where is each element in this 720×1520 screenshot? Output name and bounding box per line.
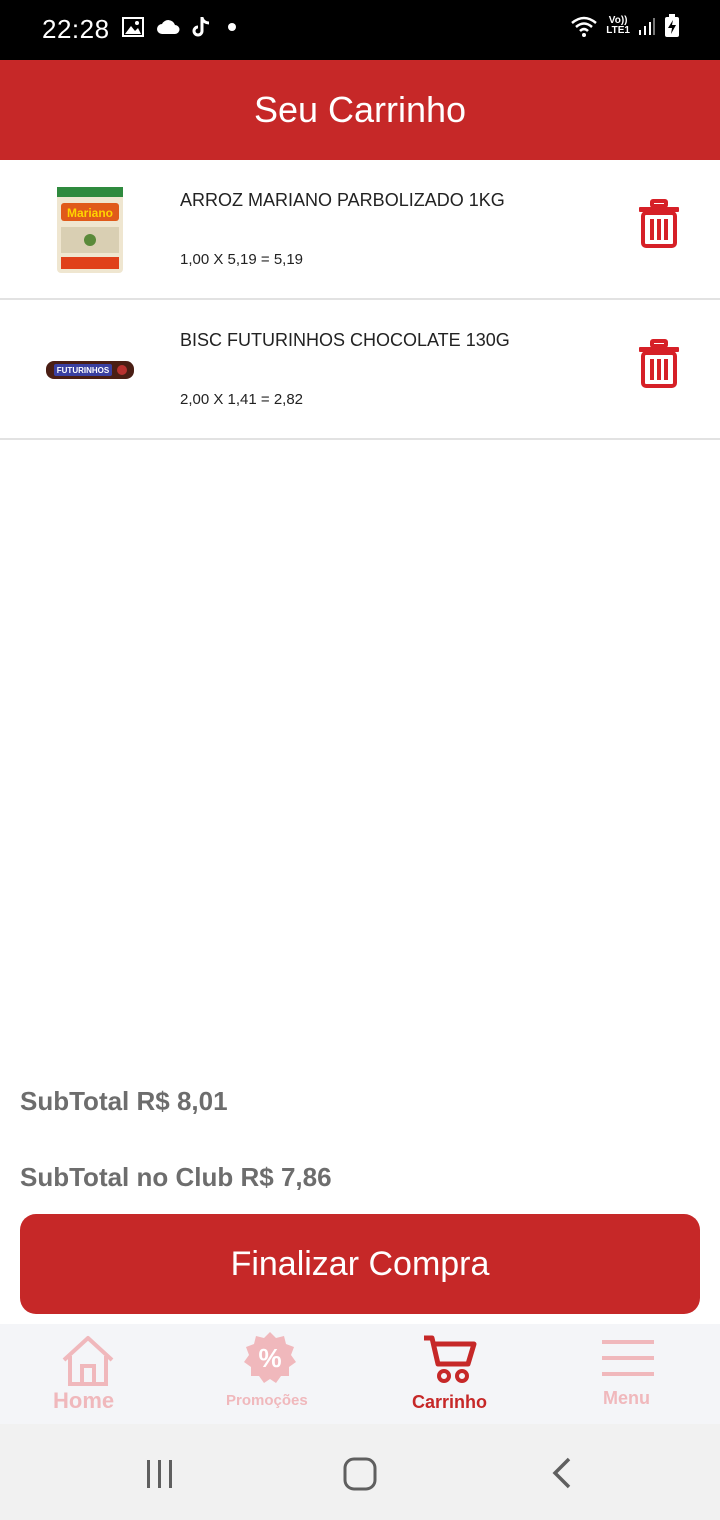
product-name: ARROZ MARIANO PARBOLIZADO 1KG xyxy=(180,190,505,210)
subtotal: SubTotal R$ 8,01 xyxy=(20,1086,228,1116)
trash-icon xyxy=(639,199,679,248)
nav-label-home: Home xyxy=(53,1388,115,1413)
product-name: BISC FUTURINHOS CHOCOLATE 130G xyxy=(180,330,510,350)
system-nav-bar xyxy=(0,1424,720,1520)
page-title: Seu Carrinho xyxy=(253,89,467,130)
nav-item-home[interactable]: Home xyxy=(38,1324,138,1424)
network-type: Vo)) LTE1 xyxy=(606,16,630,36)
nav-label-promocoes: Promoções xyxy=(226,1392,308,1409)
tiktok-icon xyxy=(192,17,210,37)
cart-item: Mariano ARROZ MARIANO PARBOLIZADO 1KG 1,… xyxy=(0,160,720,300)
image-icon xyxy=(122,17,144,37)
biscuit-brand-text: FUTURINHOS xyxy=(57,366,110,375)
percent-badge-icon: % xyxy=(244,1332,296,1383)
trash-icon xyxy=(639,339,679,388)
rice-package-icon: Mariano xyxy=(57,187,123,273)
app-header: Seu Carrinho xyxy=(0,60,720,160)
product-image-biscuit: FUTURINHOS xyxy=(40,320,140,420)
dot-icon xyxy=(228,23,236,31)
status-system-icons: Vo)) LTE1 xyxy=(570,14,680,38)
status-time: 22:28 xyxy=(42,14,110,44)
back-icon[interactable] xyxy=(550,1456,574,1490)
battery-charging-icon xyxy=(665,14,679,37)
nav-item-menu[interactable]: Menu xyxy=(578,1324,678,1424)
product-quantity-price: 1,00 X 5,19 = 5,19 xyxy=(180,251,304,268)
nav-label-carrinho: Carrinho xyxy=(412,1392,488,1412)
signal-icon xyxy=(639,18,655,35)
wifi-icon xyxy=(571,16,598,37)
checkout-button[interactable]: Finalizar Compra xyxy=(20,1214,700,1314)
cart-item: FUTURINHOS BISC FUTURINHOS CHOCOLATE 130… xyxy=(0,300,720,440)
cart-icon xyxy=(424,1335,477,1383)
status-bar: 22:28 Vo)) LTE1 xyxy=(0,0,720,60)
nav-label-menu: Menu xyxy=(603,1388,650,1408)
svg-text:%: % xyxy=(258,1343,281,1373)
delete-item-button[interactable] xyxy=(636,198,682,250)
delete-item-button[interactable] xyxy=(636,338,682,390)
recent-apps-icon[interactable] xyxy=(144,1458,176,1490)
menu-icon xyxy=(602,1340,654,1376)
status-notifications xyxy=(122,16,240,38)
cart-list: Mariano ARROZ MARIANO PARBOLIZADO 1KG 1,… xyxy=(0,160,720,440)
nav-item-promocoes[interactable]: % Promoções xyxy=(210,1324,330,1424)
bottom-nav: Home % Promoções Carrinho Menu xyxy=(0,1324,720,1424)
home-icon xyxy=(62,1336,114,1386)
nav-item-carrinho[interactable]: Carrinho xyxy=(400,1324,500,1424)
biscuit-package-icon: FUTURINHOS xyxy=(46,361,134,379)
home-button-icon[interactable] xyxy=(342,1456,378,1492)
product-image-rice: Mariano xyxy=(40,180,140,280)
product-quantity-price: 2,00 X 1,41 = 2,82 xyxy=(180,391,304,408)
cloud-icon xyxy=(157,20,180,34)
rice-brand-text: Mariano xyxy=(67,206,113,220)
subtotal-club: SubTotal no Club R$ 7,86 xyxy=(20,1162,332,1192)
lte-label: LTE1 xyxy=(606,25,630,36)
